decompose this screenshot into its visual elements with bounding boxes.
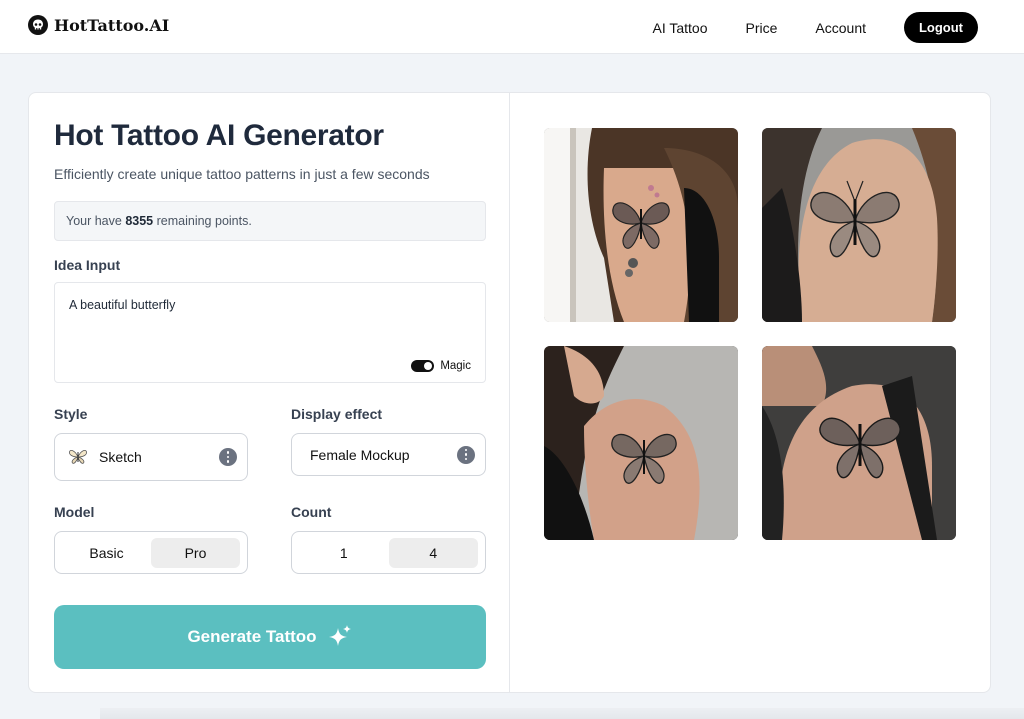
brand-name: HotTattoo.AI	[54, 15, 170, 35]
points-suffix: remaining points.	[156, 214, 252, 228]
idea-input-label: Idea Input	[54, 257, 121, 273]
top-navbar: HotTattoo.AI AI Tattoo Price Account Log…	[0, 0, 1024, 54]
count-option-1[interactable]: 1	[299, 538, 389, 568]
style-label: Style	[54, 406, 88, 422]
points-banner: Your have 8355 remaining points.	[54, 201, 486, 241]
more-dots-icon[interactable]	[457, 445, 475, 464]
page-title: Hot Tattoo AI Generator	[54, 119, 384, 152]
skull-icon	[28, 15, 48, 35]
display-effect-value: Female Mockup	[310, 446, 410, 463]
magic-label: Magic	[440, 360, 471, 372]
gallery-image-2[interactable]	[762, 128, 956, 322]
count-label: Count	[291, 504, 332, 520]
idea-input-value: A beautiful butterfly	[69, 298, 176, 312]
main-nav: AI Tattoo Price Account Logout	[652, 12, 978, 43]
model-label: Model	[54, 504, 95, 520]
display-effect-select[interactable]: Female Mockup	[291, 433, 486, 476]
count-option-4[interactable]: 4	[388, 537, 478, 568]
model-option-pro[interactable]: Pro	[151, 537, 240, 568]
generate-tattoo-button[interactable]: Generate Tattoo	[54, 605, 486, 669]
points-prefix: Your have	[66, 214, 122, 228]
gallery-image-4[interactable]	[762, 346, 956, 540]
page-bottom-shade	[100, 708, 1024, 719]
butterfly-icon	[68, 448, 88, 466]
gallery-image-3[interactable]	[544, 346, 738, 540]
nav-price[interactable]: Price	[746, 13, 778, 43]
style-value: Sketch	[99, 449, 142, 465]
display-effect-label: Display effect	[291, 406, 383, 422]
magic-toggle-group[interactable]: Magic	[411, 360, 471, 372]
generate-label: Generate Tattoo	[187, 627, 317, 646]
logout-button[interactable]: Logout	[904, 12, 978, 43]
nav-ai-tattoo[interactable]: AI Tattoo	[652, 13, 707, 43]
generator-card: Hot Tattoo AI Generator Efficiently crea…	[28, 92, 991, 693]
count-switch: 1 4	[291, 531, 486, 574]
style-select[interactable]: Sketch	[54, 433, 248, 481]
brand-logo[interactable]: HotTattoo.AI	[28, 15, 169, 35]
idea-input[interactable]: A beautiful butterfly Magic	[54, 282, 486, 383]
more-dots-icon[interactable]	[219, 448, 237, 466]
nav-account[interactable]: Account	[815, 13, 866, 43]
points-value: 8355	[125, 214, 154, 228]
model-switch: Basic Pro	[54, 531, 248, 574]
model-option-basic[interactable]: Basic	[62, 538, 151, 568]
magic-toggle[interactable]	[411, 360, 435, 372]
page-subtitle: Efficiently create unique tattoo pattern…	[54, 166, 430, 182]
generator-form: Hot Tattoo AI Generator Efficiently crea…	[29, 93, 510, 692]
gallery-image-1[interactable]	[544, 128, 738, 322]
sparkle-icon	[327, 624, 353, 650]
